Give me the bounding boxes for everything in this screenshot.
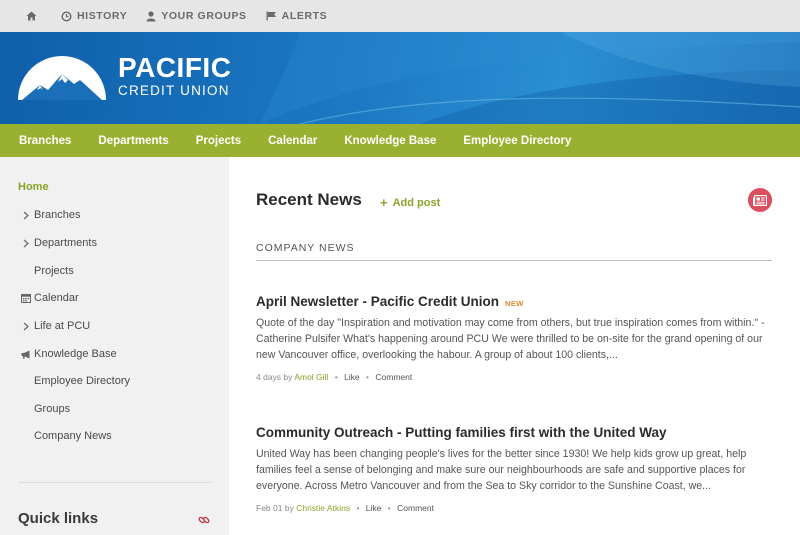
your-groups-label: YOUR GROUPS [161, 10, 247, 22]
add-post-button[interactable]: + Add post [380, 195, 440, 210]
nav-projects[interactable]: Projects [196, 135, 241, 147]
sidebar-item-projects[interactable]: Projects [18, 265, 74, 277]
post-title-row: Community Outreach - Putting families fi… [256, 425, 776, 440]
section-heading: COMPANY NEWS [256, 242, 355, 254]
meta-separator: • [366, 372, 370, 382]
post-author[interactable]: Christie Atkins [296, 503, 350, 513]
main-navigation: Branches Departments Projects Calendar K… [0, 124, 800, 157]
brand-line-2: CREDIT UNION [118, 82, 230, 98]
clock-icon [61, 10, 72, 22]
sidebar-divider [18, 482, 211, 483]
sidebar-item-company-news[interactable]: Company News [18, 430, 112, 442]
nav-knowledge-base[interactable]: Knowledge Base [344, 135, 436, 147]
sidebar-item-life-at-pcu[interactable]: Life at PCU [18, 320, 90, 332]
sidebar-item-home[interactable]: Home [18, 181, 49, 193]
sidebar-item-groups[interactable]: Groups [18, 403, 70, 415]
post-by: by [284, 503, 294, 513]
post-title[interactable]: April Newsletter - Pacific Credit Union [256, 294, 499, 309]
header-banner: PACIFIC CREDIT UNION [0, 32, 800, 124]
your-groups-link[interactable]: YOUR GROUPS [146, 10, 246, 22]
section-divider [256, 260, 772, 261]
chevron-right-icon [18, 322, 34, 331]
sidebar-item-label: Company News [34, 430, 112, 442]
top-utility-bar: HISTORY YOUR GROUPS ALERTS [0, 0, 800, 32]
meta-separator: • [334, 372, 338, 382]
nav-employee-directory[interactable]: Employee Directory [463, 135, 571, 147]
chevron-right-icon [18, 211, 34, 220]
chevron-right-icon [18, 239, 34, 248]
meta-separator: • [387, 503, 391, 513]
sidebar-item-label: Home [18, 181, 49, 193]
add-post-label: Add post [392, 196, 441, 209]
post-time: 4 days [256, 372, 282, 382]
sidebar-item-calendar[interactable]: Calendar [18, 292, 79, 304]
post-title[interactable]: Community Outreach - Putting families fi… [256, 425, 667, 440]
nav-branches[interactable]: Branches [19, 135, 71, 147]
post-by: by [283, 372, 293, 382]
home-link[interactable] [26, 11, 42, 21]
main-content: Recent News + Add post COMPANY NEWS Apri… [229, 157, 800, 535]
pacific-credit-union-logo[interactable]: PACIFIC CREDIT UNION [18, 52, 231, 100]
history-link[interactable]: HISTORY [61, 10, 127, 22]
nav-departments[interactable]: Departments [98, 135, 168, 147]
user-icon [146, 10, 156, 22]
post-time: Feb 01 [256, 503, 283, 513]
link-icon[interactable] [198, 513, 210, 531]
like-link[interactable]: Like [366, 503, 382, 513]
bullhorn-icon [18, 350, 34, 359]
alerts-link[interactable]: ALERTS [266, 10, 328, 22]
alerts-label: ALERTS [281, 10, 328, 22]
brand-line-1: PACIFIC [118, 51, 232, 83]
nav-calendar[interactable]: Calendar [268, 135, 317, 147]
flag-icon [266, 11, 277, 21]
post-author[interactable]: Amol Gill [294, 372, 328, 382]
comment-link[interactable]: Comment [375, 372, 412, 382]
sidebar-item-label: Knowledge Base [34, 348, 117, 360]
like-link[interactable]: Like [344, 372, 360, 382]
comment-link[interactable]: Comment [397, 503, 434, 513]
history-label: HISTORY [77, 10, 128, 22]
quick-links-heading: Quick links [18, 510, 99, 527]
news-post: April Newsletter - Pacific Credit Union … [256, 294, 776, 382]
sidebar-item-employee-directory[interactable]: Employee Directory [18, 375, 130, 387]
mountain-logo-icon [18, 56, 106, 100]
newspaper-icon [753, 194, 767, 206]
sidebar-item-label: Projects [34, 265, 74, 277]
calendar-icon [18, 293, 34, 303]
home-icon [26, 11, 37, 21]
sidebar-item-departments[interactable]: Departments [18, 237, 97, 249]
meta-separator: • [356, 503, 360, 513]
brand-name: PACIFIC CREDIT UNION [118, 51, 232, 99]
plus-icon: + [380, 195, 388, 210]
new-badge: NEW [505, 299, 524, 308]
sidebar-item-branches[interactable]: Branches [18, 209, 80, 221]
sidebar-item-label: Employee Directory [34, 375, 130, 387]
post-meta: Feb 01 by Christie Atkins • Like • Comme… [256, 503, 776, 513]
sidebar-item-label: Groups [34, 403, 71, 415]
sidebar-item-label: Life at PCU [34, 320, 91, 332]
post-title-row: April Newsletter - Pacific Credit Union … [256, 294, 776, 309]
sidebar-item-label: Departments [34, 237, 97, 249]
page-title: Recent News [256, 190, 362, 209]
post-meta: 4 days by Amol Gill • Like • Comment [256, 372, 776, 382]
post-excerpt: Quote of the day "Inspiration and motiva… [256, 317, 765, 361]
sidebar-item-knowledge-base[interactable]: Knowledge Base [18, 348, 117, 360]
news-feed-button[interactable] [748, 188, 772, 212]
sidebar-item-label: Branches [34, 209, 81, 221]
sidebar-item-label: Calendar [34, 292, 79, 304]
post-excerpt: United Way has been changing people's li… [256, 448, 747, 492]
sidebar: Home Branches Departments Projects Calen… [0, 157, 229, 535]
news-post: Community Outreach - Putting families fi… [256, 425, 776, 513]
